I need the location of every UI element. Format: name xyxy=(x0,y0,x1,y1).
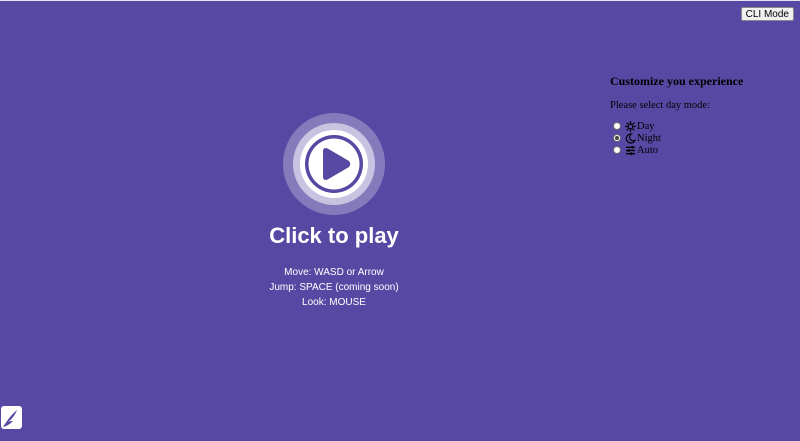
radio-night[interactable] xyxy=(613,134,621,142)
mode-label-night: Night xyxy=(637,132,661,144)
mode-option-night[interactable]: Night xyxy=(613,132,790,144)
control-look: Look: MOUSE xyxy=(302,297,366,308)
control-jump: Jump: SPACE (coming soon) xyxy=(269,282,399,293)
sliders-icon xyxy=(625,145,636,155)
settings-panel: Customize you experience Please select d… xyxy=(610,74,790,156)
moon-icon xyxy=(625,132,636,144)
mode-option-auto[interactable]: Auto xyxy=(613,144,790,156)
top-border xyxy=(0,0,800,1)
play-icon[interactable] xyxy=(282,112,386,216)
mode-label-day: Day xyxy=(637,120,655,132)
settings-title: Customize you experience xyxy=(610,74,744,88)
click-to-play-title[interactable]: Click to play xyxy=(269,223,399,249)
settings-prompt: Please select day mode: xyxy=(610,100,711,111)
radio-day[interactable] xyxy=(613,122,621,130)
sun-icon xyxy=(625,120,636,132)
controls-help: Move: WASD or Arrow Jump: SPACE (coming … xyxy=(269,265,398,310)
play-panel: Click to play Move: WASD or Arrow Jump: … xyxy=(234,112,434,310)
mode-label-auto: Auto xyxy=(637,144,658,156)
radio-auto[interactable] xyxy=(613,146,621,154)
day-mode-options: Day Night Auto xyxy=(613,120,790,156)
mode-option-day[interactable]: Day xyxy=(613,120,790,132)
control-move: Move: WASD or Arrow xyxy=(284,267,384,278)
app-logo-icon xyxy=(1,406,22,429)
cli-mode-button[interactable]: CLI Mode xyxy=(740,7,794,21)
